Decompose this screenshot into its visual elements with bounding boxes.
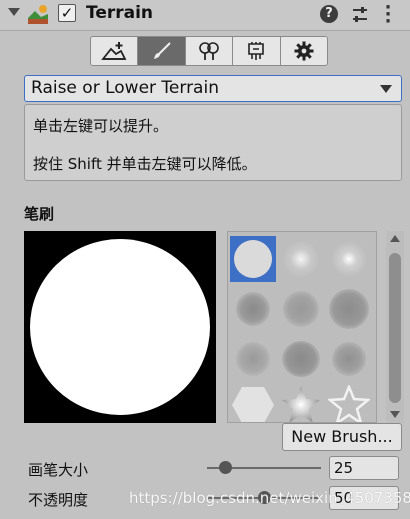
help-box: 单击左键可以提升。 按住 Shift 并单击左键可以降低。 [24, 104, 402, 181]
more-menu-icon[interactable]: · · · [384, 0, 392, 31]
brush-item-noise-6[interactable] [326, 336, 372, 382]
brush-grid-scrollbar[interactable] [386, 231, 404, 423]
brush-preview [24, 231, 216, 423]
help-icon[interactable]: ? [320, 5, 338, 23]
brush-grid [227, 231, 377, 423]
scroll-up-icon[interactable] [390, 235, 400, 242]
paint-details-tool-button[interactable] [233, 37, 281, 65]
place-trees-tool-icon [199, 42, 219, 60]
brush-item-softer[interactable] [326, 236, 372, 282]
component-title: Terrain [86, 3, 154, 23]
preset-sliders-icon[interactable] [350, 5, 370, 25]
brush-item-soft[interactable] [278, 236, 324, 282]
opacity-label: 不透明度 [28, 491, 89, 509]
brush-item-round[interactable] [230, 236, 276, 282]
star-outline-brush-icon [328, 385, 370, 422]
help-text-lower: 按住 Shift 并单击左键可以降低。 [33, 155, 257, 173]
brush-item-star-soft[interactable] [278, 382, 324, 422]
component-enabled-checkbox[interactable]: ✓ [58, 4, 76, 22]
foldout-arrow-icon[interactable] [8, 8, 20, 16]
terrain-mode-value: Raise or Lower Terrain [31, 78, 219, 98]
brush-item-noise-4[interactable] [230, 336, 276, 382]
paint-details-tool-icon [248, 42, 265, 60]
new-brush-button[interactable]: New Brush... [282, 423, 402, 451]
brush-item-noise-5[interactable] [278, 336, 324, 382]
terrain-icon [28, 5, 48, 24]
brush-size-field[interactable]: 25 [329, 456, 399, 480]
brush-item-noise-1[interactable] [230, 286, 276, 332]
watermark-text: https://blog.csdn.net/weixin_45073589 [129, 489, 410, 507]
brush-size-label: 画笔大小 [28, 461, 89, 479]
brushes-label: 笔刷 [24, 205, 55, 223]
settings-gear-icon [294, 41, 314, 61]
brush-item-star-outline[interactable] [326, 382, 372, 422]
raise-terrain-tool-button[interactable] [91, 37, 139, 65]
raise-terrain-tool-icon [101, 42, 127, 60]
brush-item-noise-2[interactable] [278, 286, 324, 332]
paint-brush-tool-button[interactable] [138, 37, 186, 65]
place-trees-tool-button[interactable] [185, 37, 234, 65]
terrain-mode-dropdown[interactable]: Raise or Lower Terrain [24, 75, 402, 102]
terrain-tool-toolbar [90, 36, 328, 66]
component-header: ✓ Terrain ? · · · [0, 0, 410, 31]
chevron-down-icon [380, 85, 392, 93]
brush-preview-shape [30, 239, 210, 415]
help-text-raise: 单击左键可以提升。 [33, 117, 169, 135]
brush-item-noise-3[interactable] [326, 286, 372, 332]
scrollbar-thumb[interactable] [389, 253, 401, 403]
scroll-down-icon[interactable] [390, 411, 400, 418]
brush-size-slider-handle[interactable] [218, 461, 232, 474]
star-brush-icon [282, 386, 320, 422]
paint-brush-tool-icon [153, 42, 171, 59]
terrain-settings-tool-button[interactable] [280, 37, 327, 65]
brush-item-hexagon[interactable] [230, 382, 276, 422]
hexagon-brush-icon [232, 387, 274, 422]
